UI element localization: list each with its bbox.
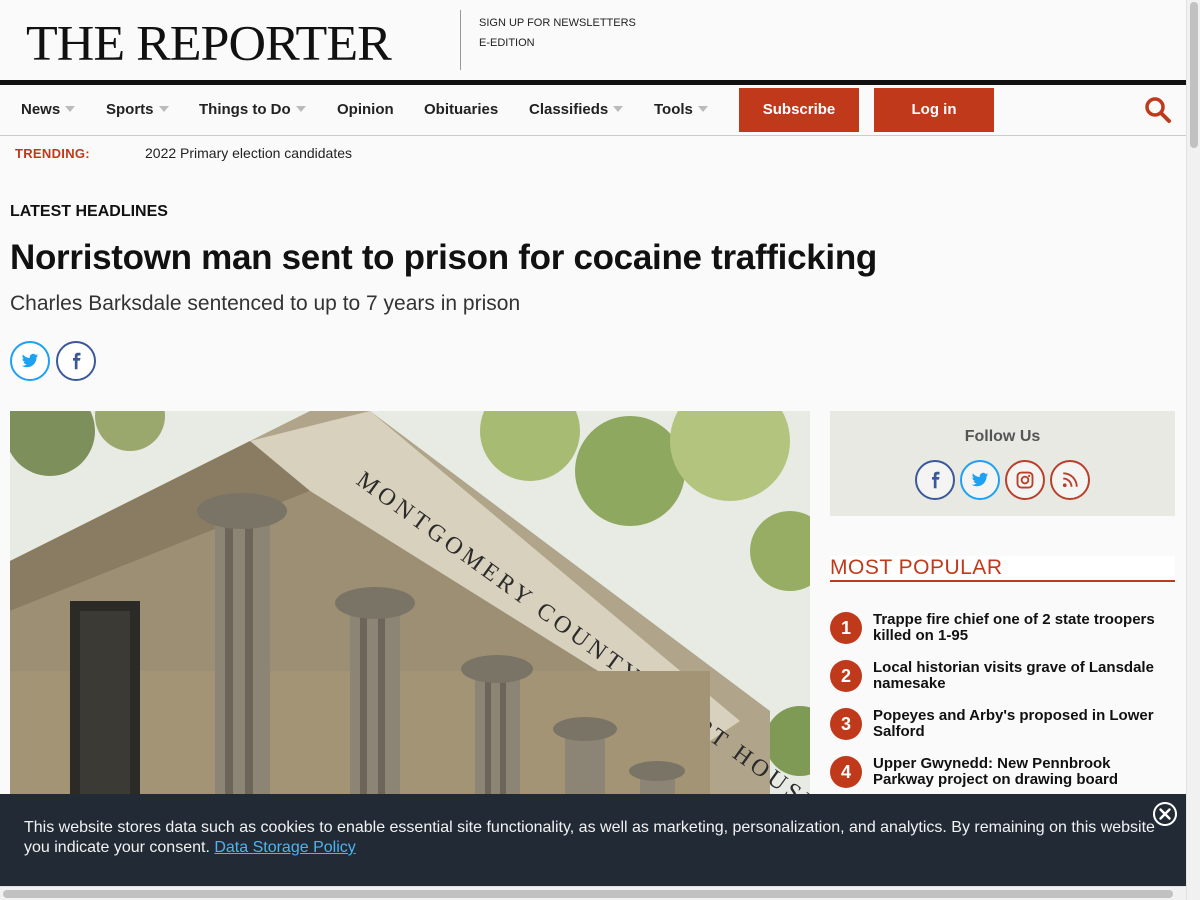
facebook-icon <box>73 352 81 370</box>
instagram-icon <box>1016 471 1034 489</box>
horizontal-scrollbar[interactable] <box>0 886 1186 900</box>
popular-item-title[interactable]: Popeyes and Arby's proposed in Lower Sal… <box>873 708 1173 740</box>
article-headline: Norristown man sent to prison for cocain… <box>10 238 877 277</box>
chevron-down-icon <box>158 106 169 112</box>
popular-item[interactable]: 3 Popeyes and Arby's proposed in Lower S… <box>830 708 1175 748</box>
cookie-message-text: This website stores data such as cookies… <box>24 819 1155 856</box>
masthead: THE REPORTER SIGN UP FOR NEWSLETTERS E-E… <box>0 0 1186 80</box>
newsletter-signup-link[interactable]: SIGN UP FOR NEWSLETTERS <box>479 13 636 33</box>
popular-item[interactable]: 1 Trappe fire chief one of 2 state troop… <box>830 612 1175 652</box>
chevron-down-icon <box>613 106 624 112</box>
section-label[interactable]: LATEST HEADLINES <box>10 203 168 221</box>
follow-twitter-button[interactable] <box>960 460 1000 500</box>
nav-item-label: Sports <box>106 101 154 118</box>
nav-item-label: Opinion <box>337 101 394 118</box>
horizontal-scroll-thumb[interactable] <box>3 890 1173 898</box>
nav-item-things-to-do[interactable]: Things to Do <box>199 101 306 118</box>
popular-rank-badge: 4 <box>830 756 862 788</box>
data-storage-policy-link[interactable]: Data Storage Policy <box>214 839 355 856</box>
twitter-icon <box>21 353 39 368</box>
most-popular-title: MOST POPULAR <box>830 556 1003 579</box>
courthouse-photo[interactable]: MONTGOMERY COUNTY COURT HOUSE <box>10 411 810 811</box>
popular-rank-badge: 2 <box>830 660 862 692</box>
trending-bar: TRENDING: 2022 Primary election candidat… <box>0 136 1186 170</box>
nav-item-label: Obituaries <box>424 101 499 118</box>
nav-item-label: Classifieds <box>529 101 609 118</box>
share-twitter-button[interactable] <box>10 341 50 381</box>
top-links: SIGN UP FOR NEWSLETTERS E-EDITION <box>479 13 636 53</box>
e-edition-link[interactable]: E-EDITION <box>479 33 636 53</box>
chevron-down-icon <box>65 106 76 112</box>
popular-item-title[interactable]: Upper Gwynedd: New Pennbrook Parkway pro… <box>873 756 1173 788</box>
cookie-consent-banner: This website stores data such as cookies… <box>0 794 1186 886</box>
popular-rank-badge: 1 <box>830 612 862 644</box>
close-icon[interactable] <box>1153 802 1177 826</box>
popular-item[interactable]: 4 Upper Gwynedd: New Pennbrook Parkway p… <box>830 756 1175 796</box>
popular-item-title[interactable]: Trappe fire chief one of 2 state trooper… <box>873 612 1173 644</box>
most-popular-header: MOST POPULAR <box>830 556 1175 582</box>
nav-item-obituaries[interactable]: Obituaries <box>424 101 498 118</box>
site-logo[interactable]: THE REPORTER <box>26 15 392 72</box>
search-icon[interactable] <box>1144 96 1172 124</box>
share-facebook-button[interactable] <box>56 341 96 381</box>
popular-item[interactable]: 2 Local historian visits grave of Lansda… <box>830 660 1175 700</box>
chevron-down-icon <box>295 106 306 112</box>
follow-rss-button[interactable] <box>1050 460 1090 500</box>
nav-item-sports[interactable]: Sports <box>106 101 169 118</box>
masthead-divider <box>460 10 461 70</box>
follow-facebook-button[interactable] <box>915 460 955 500</box>
nav-item-label: News <box>21 101 61 118</box>
nav-item-label: Things to Do <box>199 101 291 118</box>
cookie-message: This website stores data such as cookies… <box>24 818 1164 858</box>
nav-item-news[interactable]: News <box>21 101 76 118</box>
subscribe-button[interactable]: Subscribe <box>739 88 859 132</box>
vertical-scroll-thumb[interactable] <box>1190 2 1198 148</box>
main-nav: News Sports Things to Do Opinion Obituar… <box>0 80 1186 136</box>
popular-rank-badge: 3 <box>830 708 862 740</box>
nav-item-label: Tools <box>654 101 693 118</box>
popular-item-title[interactable]: Local historian visits grave of Lansdale… <box>873 660 1173 692</box>
vertical-scrollbar[interactable] <box>1186 0 1200 900</box>
nav-item-opinion[interactable]: Opinion <box>337 101 394 118</box>
nav-item-classifieds[interactable]: Classifieds <box>529 101 624 118</box>
article-subhead: Charles Barksdale sentenced to up to 7 y… <box>10 292 521 315</box>
trending-link[interactable]: 2022 Primary election candidates <box>145 145 352 161</box>
follow-instagram-button[interactable] <box>1005 460 1045 500</box>
login-button[interactable]: Log in <box>874 88 994 132</box>
trending-label: TRENDING: <box>15 146 90 161</box>
twitter-icon <box>971 472 989 487</box>
chevron-down-icon <box>697 106 708 112</box>
rss-icon <box>1062 472 1078 488</box>
follow-us-box: Follow Us <box>830 411 1175 516</box>
facebook-icon <box>932 471 940 489</box>
nav-item-tools[interactable]: Tools <box>654 101 708 118</box>
follow-us-title: Follow Us <box>964 428 1041 445</box>
